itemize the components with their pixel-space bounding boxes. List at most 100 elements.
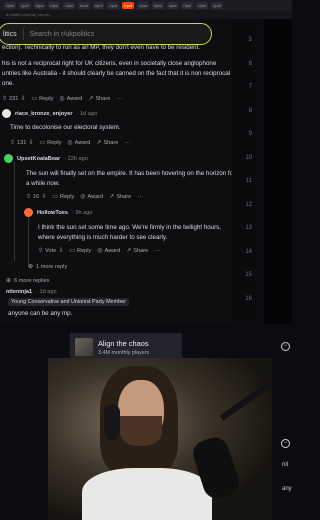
- comment-actions: ⇧ 16 ⇩ ▭ Reply ◎ Award ↗ Share ···: [26, 193, 143, 201]
- share-button[interactable]: ↗ Share: [96, 139, 118, 147]
- upvote-icon[interactable]: ⇧: [38, 247, 43, 254]
- reply-button[interactable]: ▭ Reply: [52, 193, 75, 201]
- browser-tab[interactable]: r/pol: [122, 1, 135, 9]
- award-button[interactable]: ◎ Award: [59, 95, 82, 103]
- share-button[interactable]: ↗ Share: [88, 95, 110, 103]
- minus-circle-icon[interactable]: −: [281, 342, 290, 351]
- share-icon: ↗: [109, 194, 115, 200]
- search-input[interactable]: Search in r/ukpolitics: [30, 31, 95, 38]
- reply-label: Reply: [39, 95, 54, 102]
- browser-tab[interactable]: r/pol: [210, 1, 223, 9]
- share-icon: ↗: [126, 248, 132, 254]
- award-icon: ◎: [97, 248, 103, 254]
- line-number: 6: [248, 60, 252, 67]
- browser-tab[interactable]: r/pol: [63, 1, 75, 9]
- vote-control[interactable]: ⇧ Vote ⇩: [38, 247, 63, 255]
- line-number: 5: [248, 37, 252, 43]
- more-options-icon[interactable]: ···: [124, 140, 130, 146]
- username[interactable]: niteninja1: [6, 289, 32, 295]
- reply-label: Reply: [59, 193, 75, 200]
- vote-count: 16: [33, 193, 40, 200]
- downvote-icon[interactable]: ⇩: [28, 139, 33, 146]
- headphones-icon: [104, 404, 120, 440]
- username[interactable]: UpsetKoalaBear: [17, 156, 60, 162]
- downvote-icon[interactable]: ⇩: [20, 95, 25, 102]
- comment-text: ection). Technically to run as an MP, th…: [2, 44, 201, 51]
- share-button[interactable]: ↗ Share: [126, 247, 149, 255]
- browser-tab[interactable]: r/pol: [166, 1, 179, 9]
- comment-author-row: riace_bronze_enjoyer · 1d ago: [2, 109, 97, 118]
- browser-tab[interactable]: r/pol: [48, 1, 61, 9]
- browser-tab[interactable]: r/pol: [196, 1, 208, 9]
- game-card[interactable]: Align the chaos 3.4M monthly players: [70, 333, 182, 361]
- downvote-icon[interactable]: ⇩: [41, 193, 46, 200]
- browser-tab[interactable]: r/pol: [181, 1, 194, 9]
- award-button[interactable]: ◎ Award: [80, 193, 103, 201]
- streamer-shirt: [82, 468, 212, 520]
- more-replies-label: 6 more replies: [14, 277, 50, 284]
- upvote-icon[interactable]: ⇧: [10, 139, 15, 146]
- reply-button[interactable]: ▭ Reply: [69, 247, 91, 255]
- game-title: Align the chaos: [98, 338, 149, 348]
- reply-button[interactable]: ▭ Reply: [31, 95, 54, 103]
- line-number: 13: [245, 225, 252, 231]
- avatar[interactable]: [2, 109, 11, 118]
- side-text: any: [282, 486, 292, 492]
- browser-tab[interactable]: r/pol: [107, 1, 120, 9]
- comment-text: untries like Australia - it should clear…: [2, 70, 231, 77]
- stream-overlay: Align the chaos 3.4M monthly players − −…: [0, 324, 292, 520]
- user-flair: Young Conservative and Unionist Party Me…: [8, 298, 129, 306]
- browser-tab-bar: r/pol r/pol r/pol r/pol r/pol r/pol r/pol r/pol…: [0, 0, 292, 10]
- upvote-icon[interactable]: ⇧: [26, 193, 31, 200]
- share-icon: ↗: [96, 140, 102, 146]
- address-bar[interactable]: d.reddit.com/r/uk_comm...: [0, 10, 292, 19]
- browser-tab[interactable]: r/pol: [18, 1, 31, 9]
- more-replies-link[interactable]: ⊕ 6 more replies: [6, 277, 50, 285]
- mic-arm: [219, 381, 272, 421]
- browser-tab[interactable]: r/pol: [33, 1, 46, 9]
- downvote-icon[interactable]: ⇩: [58, 247, 63, 254]
- share-label: Share: [133, 247, 149, 254]
- award-button[interactable]: ◎ Award: [67, 139, 90, 147]
- thread-line[interactable]: [14, 161, 15, 261]
- browser-tab[interactable]: r/pol: [92, 1, 105, 9]
- more-options-icon[interactable]: ···: [154, 248, 160, 254]
- line-number: 12: [245, 201, 252, 208]
- subreddit-search-box[interactable]: litics Search in r/ukpolitics: [0, 23, 212, 45]
- minus-circle-icon[interactable]: −: [281, 439, 290, 448]
- more-options-icon[interactable]: ···: [137, 194, 143, 200]
- vote-control[interactable]: ⇧ 231 ⇩: [2, 95, 25, 103]
- browser-tab[interactable]: r/pol: [137, 1, 149, 9]
- plus-circle-icon: ⊕: [28, 264, 34, 270]
- award-icon: ◎: [80, 194, 86, 200]
- comment-icon: ▭: [39, 140, 46, 146]
- username[interactable]: HollowToes: [37, 210, 68, 216]
- vote-control[interactable]: ⇧ 131 ⇩: [10, 139, 33, 147]
- subreddit-chip[interactable]: litics: [0, 31, 23, 38]
- username[interactable]: riace_bronze_enjoyer: [15, 111, 73, 117]
- line-number: 10: [245, 154, 252, 161]
- line-number: 9: [248, 131, 252, 137]
- upvote-icon[interactable]: ⇧: [2, 95, 7, 102]
- more-options-icon[interactable]: ···: [116, 96, 122, 102]
- game-players: 3.4M monthly players: [98, 349, 150, 356]
- reddit-thread-panel: litics Search in r/ukpolitics ection). T…: [0, 19, 262, 324]
- comment-icon: ▭: [52, 194, 58, 200]
- browser-tab[interactable]: r/pol: [151, 1, 164, 9]
- reply-button[interactable]: ▭ Reply: [39, 139, 61, 147]
- comment-text: his is not a reciprocal right for UK cit…: [2, 60, 217, 67]
- share-button[interactable]: ↗ Share: [109, 193, 131, 201]
- avatar[interactable]: [24, 208, 33, 217]
- browser-tab[interactable]: r/pol: [77, 1, 90, 9]
- browser-tab[interactable]: r/pol: [4, 1, 16, 9]
- avatar[interactable]: [4, 154, 13, 163]
- award-button[interactable]: ◎ Award: [97, 247, 120, 255]
- comment-age: · 9h ago: [71, 209, 93, 216]
- plus-circle-icon: ⊕: [6, 278, 12, 284]
- comment-text: anyone can be any mp.: [8, 310, 73, 317]
- thread-line[interactable]: [28, 217, 29, 267]
- line-number: 14: [245, 248, 252, 255]
- more-replies-link[interactable]: ⊕ 1 more reply: [28, 263, 68, 271]
- more-replies-label: 1 more reply: [36, 263, 68, 270]
- vote-control[interactable]: ⇧ 16 ⇩: [26, 193, 46, 201]
